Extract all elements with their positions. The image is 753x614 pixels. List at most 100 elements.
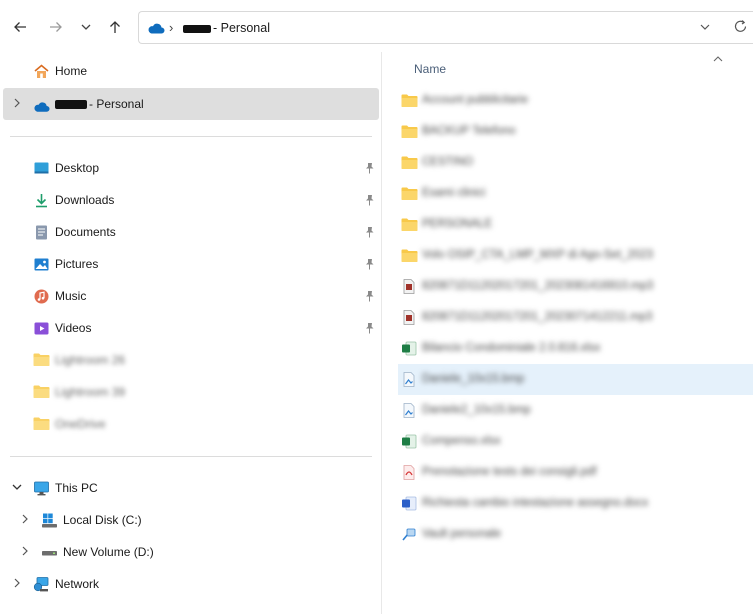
folder-icon xyxy=(401,248,418,263)
sort-ascending-icon xyxy=(713,56,723,62)
file-name: Volo OSIP_CTA_LMP_MXP di Ago-Set_2023 xyxy=(422,249,653,261)
file-list-pane: Name Account pubblicitarie BACKUP Telefon… xyxy=(383,52,753,614)
sidebar-item-label: Lightroom 26 xyxy=(55,353,126,367)
divider xyxy=(10,136,372,137)
arrow-left-icon xyxy=(14,22,26,32)
file-name: Richiesta cambio intestazione assegno.do… xyxy=(422,497,649,509)
chevron-right-icon[interactable] xyxy=(11,97,23,109)
divider xyxy=(10,456,372,457)
file-name: Daniele_10x15.bmp xyxy=(422,373,525,385)
sidebar-item-music[interactable]: Music xyxy=(3,280,379,312)
sidebar-item-label: New Volume (D:) xyxy=(63,545,154,559)
pin-icon[interactable] xyxy=(364,322,375,334)
file-name: Prenotazione tests dei consigli.pdf xyxy=(422,466,597,478)
redacted-name xyxy=(55,100,87,110)
sidebar-item-onedrive[interactable]: OneDrive xyxy=(3,408,379,440)
redacted-name xyxy=(183,24,211,33)
up-button[interactable] xyxy=(104,16,126,38)
sidebar-item-home[interactable]: Home xyxy=(3,55,379,87)
recent-locations-button[interactable] xyxy=(75,16,97,38)
excel-file-icon xyxy=(401,434,417,449)
folder-icon xyxy=(33,384,50,401)
file-name: CESTINO xyxy=(422,156,474,168)
arrow-up-icon xyxy=(110,21,120,33)
folder-icon xyxy=(401,155,418,170)
file-name: PERSONALE xyxy=(422,218,493,230)
chevron-right-icon[interactable] xyxy=(19,545,31,557)
file-row[interactable]: Compenso.xlsx xyxy=(398,426,753,457)
chevron-down-icon[interactable] xyxy=(11,481,23,493)
file-row[interactable]: Daniele2_10x15.bmp xyxy=(398,395,753,426)
file-row[interactable]: Account pubblicitarie xyxy=(398,85,753,116)
file-name: 820871D11202017201_2023071412211.mp3 xyxy=(422,311,653,323)
download-icon xyxy=(33,192,50,209)
sidebar-item-lightroom-39[interactable]: Lightroom 39 xyxy=(3,376,379,408)
sidebar-item-onedrive[interactable]: - Personal xyxy=(3,88,379,120)
drive-icon xyxy=(42,551,57,556)
file-row[interactable]: Volo OSIP_CTA_LMP_MXP di Ago-Set_2023 xyxy=(398,240,753,271)
this-pc-icon xyxy=(34,481,49,496)
sidebar-item-this-pc[interactable]: This PC xyxy=(3,472,379,504)
file-row[interactable]: 820871D11202017201_2023071412211.mp3 xyxy=(398,302,753,333)
sidebar-item-pictures[interactable]: Pictures xyxy=(3,248,379,280)
sidebar-item-label: - Personal xyxy=(55,97,144,111)
file-row[interactable]: Prenotazione tests dei consigli.pdf xyxy=(398,457,753,488)
chevron-right-icon[interactable] xyxy=(11,577,23,589)
file-name: Vault personale xyxy=(422,528,502,540)
sidebar-item-videos[interactable]: Videos xyxy=(3,312,379,344)
onedrive-cloud-icon xyxy=(34,102,50,112)
navigation-pane: Home - Personal Desktop Downloads Document… xyxy=(0,52,382,614)
home-icon xyxy=(34,64,49,78)
column-header-name[interactable]: Name xyxy=(414,62,446,76)
breadcrumb-label: - Personal xyxy=(213,21,270,35)
sidebar-item-local-disk[interactable]: Local Disk (C:) xyxy=(3,504,379,536)
folder-icon xyxy=(33,416,50,433)
file-row[interactable]: BACKUP Telefono xyxy=(398,116,753,147)
vault-icon xyxy=(401,527,417,542)
sidebar-item-documents[interactable]: Documents xyxy=(3,216,379,248)
pictures-icon xyxy=(33,256,50,273)
refresh-icon[interactable] xyxy=(733,19,748,34)
word-file-icon xyxy=(401,496,417,511)
file-name: BACKUP Telefono xyxy=(422,125,516,137)
sidebar-item-label: Lightroom 39 xyxy=(55,385,126,399)
address-bar[interactable]: › - Personal xyxy=(138,11,753,44)
file-row[interactable]: Daniele_10x15.bmp xyxy=(398,364,753,395)
folder-icon xyxy=(401,217,418,232)
sidebar-item-new-volume[interactable]: New Volume (D:) xyxy=(3,536,379,568)
pin-icon[interactable] xyxy=(364,162,375,174)
sidebar-item-downloads[interactable]: Downloads xyxy=(3,184,379,216)
sidebar-item-desktop[interactable]: Desktop xyxy=(3,152,379,184)
breadcrumb-onedrive[interactable]: - Personal xyxy=(183,21,270,35)
sidebar-item-lightroom-26[interactable]: Lightroom 26 xyxy=(3,344,379,376)
file-row[interactable]: Vault personale xyxy=(398,519,753,550)
pin-icon[interactable] xyxy=(364,258,375,270)
sidebar-item-network[interactable]: Network xyxy=(3,568,379,600)
pin-icon[interactable] xyxy=(364,226,375,238)
folder-icon xyxy=(401,124,418,139)
back-button[interactable] xyxy=(9,16,31,38)
file-row[interactable]: Bilancio Condominiale 2.0.816.xlsx xyxy=(398,333,753,364)
file-name: Esami clinici xyxy=(422,187,486,199)
chevron-right-icon[interactable] xyxy=(19,513,31,525)
file-row[interactable]: Esami clinici xyxy=(398,178,753,209)
forward-button[interactable] xyxy=(45,16,67,38)
pin-icon[interactable] xyxy=(364,290,375,302)
address-history-chevron-icon[interactable] xyxy=(699,21,711,33)
pin-icon[interactable] xyxy=(364,194,375,206)
videos-icon xyxy=(33,320,50,337)
sidebar-item-label: Pictures xyxy=(55,257,99,271)
file-row[interactable]: Richiesta cambio intestazione assegno.do… xyxy=(398,488,753,519)
windows-drive-icon xyxy=(42,513,57,528)
sidebar-item-label: Videos xyxy=(55,321,92,335)
sidebar-item-label: Downloads xyxy=(55,193,115,207)
onedrive-account-label: - Personal xyxy=(89,97,144,111)
file-row[interactable]: PERSONALE xyxy=(398,209,753,240)
file-row[interactable]: 820871D11202017201_2023081416910.mp3 xyxy=(398,271,753,302)
image-file-icon xyxy=(401,403,417,418)
breadcrumb-separator: › xyxy=(169,20,174,35)
address-toolbar: › - Personal xyxy=(0,0,753,52)
image-file-icon xyxy=(401,372,417,387)
excel-file-icon xyxy=(401,341,417,356)
file-row[interactable]: CESTINO xyxy=(398,147,753,178)
